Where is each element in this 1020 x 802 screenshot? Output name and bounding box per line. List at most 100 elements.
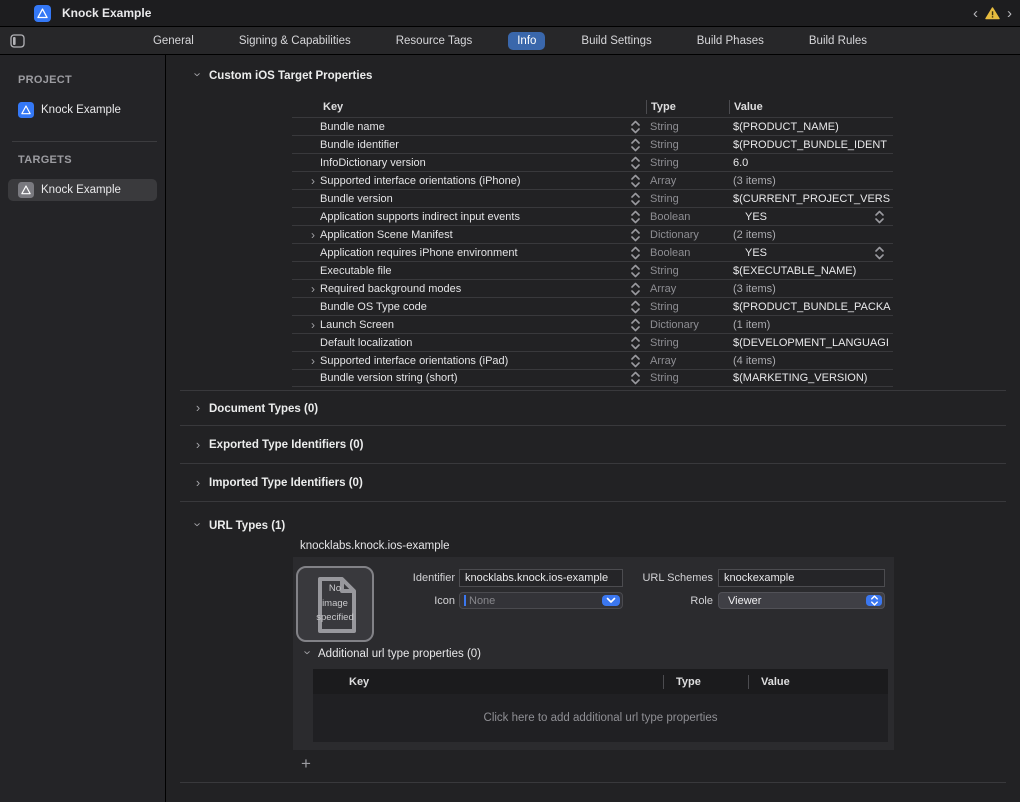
stepper-updown-icon[interactable] [874,246,885,260]
property-value[interactable]: $(PRODUCT_BUNDLE_PACKA [729,298,893,315]
property-value[interactable]: $(MARKETING_VERSION) [729,370,893,386]
tab-info[interactable]: Info [508,32,545,50]
property-key[interactable]: Bundle OS Type code [320,301,624,313]
stepper-updown-icon[interactable] [630,336,641,350]
key-stepper[interactable] [624,246,646,260]
key-stepper[interactable] [624,264,646,278]
stepper-updown-icon[interactable] [630,318,641,332]
section-exported-type-identifiers[interactable]: › Exported Type Identifiers (0) [166,426,1020,464]
property-type[interactable]: String [646,337,729,349]
add-url-type-button[interactable]: + [298,756,314,772]
disclosure-chevron-icon[interactable]: › [193,476,203,489]
property-row[interactable]: › Bundle name String $(PRODUCT_NAME) [292,117,893,135]
property-key[interactable]: Supported interface orientations (iPad) [320,355,624,367]
property-row[interactable]: › Application Scene Manifest Dictionary … [292,225,893,243]
disclosure-chevron-icon[interactable]: › [192,520,205,530]
stepper-updown-icon[interactable] [630,174,641,188]
key-stepper[interactable] [624,300,646,314]
property-key[interactable]: Default localization [320,337,624,349]
stepper-updown-icon[interactable] [630,371,641,385]
property-key[interactable]: Supported interface orientations (iPhone… [320,175,624,187]
property-row[interactable]: › Application supports indirect input ev… [292,207,893,225]
property-key[interactable]: Required background modes [320,283,624,295]
key-stepper[interactable] [624,228,646,242]
property-type[interactable]: String [646,301,729,313]
additional-properties-header[interactable]: › Additional url type properties (0) [303,647,481,660]
disclosure-chevron-icon[interactable]: › [311,175,320,187]
disclosure-chevron-icon[interactable]: › [311,319,320,331]
property-type[interactable]: Dictionary [646,319,729,331]
sidebar-item-project[interactable]: Knock Example [8,99,157,121]
tab-build-phases[interactable]: Build Phases [688,32,773,50]
warning-icon[interactable] [985,7,1000,20]
disclosure-chevron-icon[interactable]: › [311,229,320,241]
key-stepper[interactable] [624,120,646,134]
key-stepper[interactable] [624,174,646,188]
sidebar-item-target[interactable]: Knock Example [8,179,157,201]
stepper-updown-icon[interactable] [630,354,641,368]
property-key[interactable]: Bundle identifier [320,139,624,151]
stepper-updown-icon[interactable] [630,282,641,296]
property-key[interactable]: Bundle version [320,193,624,205]
property-row[interactable]: › Bundle identifier String $(PRODUCT_BUN… [292,135,893,153]
key-stepper[interactable] [624,192,646,206]
key-stepper[interactable] [624,371,646,385]
key-stepper[interactable] [624,336,646,350]
property-row[interactable]: › Bundle version String $(CURRENT_PROJEC… [292,189,893,207]
key-stepper[interactable] [624,210,646,224]
popup-stepper-button[interactable] [866,595,882,606]
property-value[interactable]: $(EXECUTABLE_NAME) [729,262,893,279]
stepper-updown-icon[interactable] [630,246,641,260]
boolean-popup-stepper[interactable] [874,246,885,261]
section-document-types[interactable]: › Document Types (0) [166,391,1020,426]
additional-table-empty-area[interactable]: Click here to add additional url type pr… [313,694,888,742]
property-type[interactable]: Boolean [646,247,729,259]
stepper-updown-icon[interactable] [630,192,641,206]
property-type[interactable]: String [646,121,729,133]
identifier-field[interactable] [459,569,623,587]
property-row[interactable]: › Supported interface orientations (iPad… [292,351,893,369]
property-value[interactable]: $(PRODUCT_NAME) [729,118,893,135]
property-type[interactable]: Array [646,355,729,367]
stepper-updown-icon[interactable] [630,210,641,224]
key-stepper[interactable] [624,318,646,332]
property-value[interactable]: $(DEVELOPMENT_LANGUAGI [729,334,893,351]
boolean-popup-stepper[interactable] [874,210,885,225]
property-type[interactable]: Array [646,175,729,187]
section-custom-ios-target-properties[interactable]: › Custom iOS Target Properties [193,69,1020,82]
disclosure-chevron-icon[interactable]: › [193,438,203,451]
property-row[interactable]: › Launch Screen Dictionary (1 item) [292,315,893,333]
property-row[interactable]: › Bundle OS Type code String $(PRODUCT_B… [292,297,893,315]
property-row[interactable]: › Default localization String $(DEVELOPM… [292,333,893,351]
property-row[interactable]: › Required background modes Array (3 ite… [292,279,893,297]
key-stepper[interactable] [624,156,646,170]
property-type[interactable]: String [646,157,729,169]
property-value[interactable]: (2 items) [729,226,893,243]
property-key[interactable]: Application Scene Manifest [320,229,624,241]
icon-combo-box[interactable]: None [459,592,623,609]
property-key[interactable]: Executable file [320,265,624,277]
tab-signing-capabilities[interactable]: Signing & Capabilities [230,32,360,50]
property-type[interactable]: Boolean [646,211,729,223]
stepper-updown-icon[interactable] [874,210,885,224]
key-stepper[interactable] [624,138,646,152]
property-value[interactable]: YES [729,208,893,225]
property-type[interactable]: Array [646,283,729,295]
back-chevron-icon[interactable]: ‹ [973,6,978,21]
tab-resource-tags[interactable]: Resource Tags [387,32,482,50]
property-row[interactable]: › Executable file String $(EXECUTABLE_NA… [292,261,893,279]
key-stepper[interactable] [624,282,646,296]
property-row[interactable]: › InfoDictionary version String 6.0 [292,153,893,171]
tab-build-rules[interactable]: Build Rules [800,32,876,50]
section-url-types[interactable]: › URL Types (1) [166,502,1020,532]
property-value[interactable]: (1 item) [729,316,893,333]
property-value[interactable]: (4 items) [729,352,893,369]
property-row[interactable]: › Application requires iPhone environmen… [292,243,893,261]
stepper-updown-icon[interactable] [630,138,641,152]
forward-chevron-icon[interactable]: › [1007,6,1012,21]
disclosure-chevron-icon[interactable]: › [311,355,320,367]
disclosure-chevron-icon[interactable]: › [192,70,205,80]
property-type[interactable]: String [646,265,729,277]
property-row[interactable]: › Bundle version string (short) String $… [292,369,893,387]
role-popup-button[interactable]: Viewer [718,592,885,609]
